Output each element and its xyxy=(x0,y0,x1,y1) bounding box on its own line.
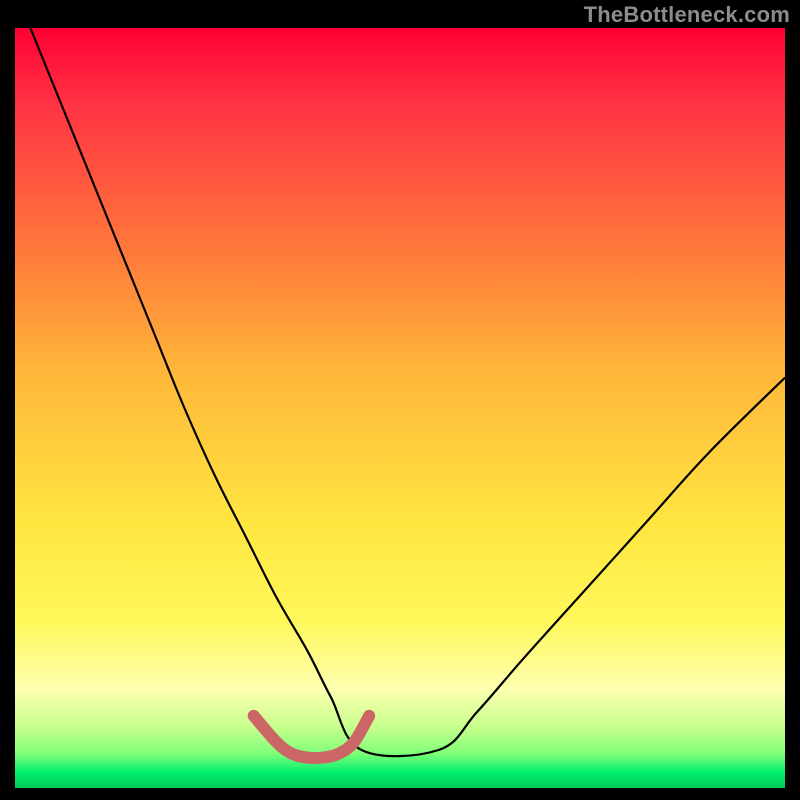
chart-frame: TheBottleneck.com xyxy=(0,0,800,800)
watermark-label: TheBottleneck.com xyxy=(584,2,790,28)
chart-svg xyxy=(15,28,785,788)
bottleneck-curve-path xyxy=(30,28,785,756)
plot-area xyxy=(15,28,785,788)
optimal-band-path xyxy=(254,716,370,758)
